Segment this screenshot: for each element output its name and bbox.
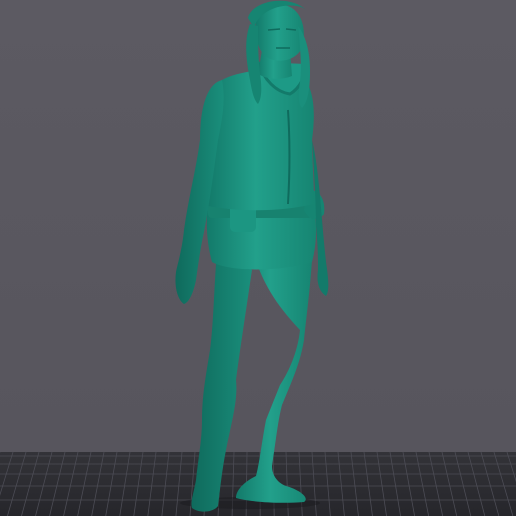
3d-viewport[interactable]	[0, 0, 516, 516]
left-leg	[191, 240, 252, 512]
figure-model[interactable]	[0, 0, 516, 516]
